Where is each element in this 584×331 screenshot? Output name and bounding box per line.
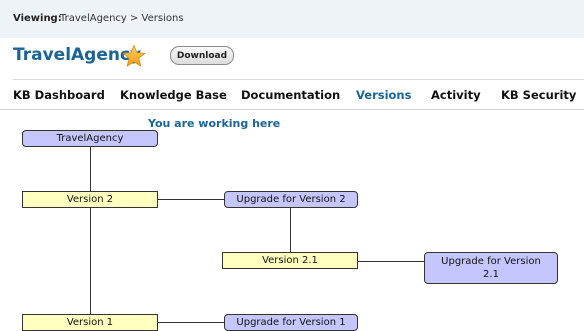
working-here-label: You are working here — [148, 117, 281, 130]
version-node-2-1[interactable]: Version 2.1 — [222, 252, 358, 269]
connector-line — [290, 208, 291, 252]
breadcrumb: Viewing: TravelAgency > Versions — [0, 0, 584, 38]
tab-activity[interactable]: Activity — [431, 88, 481, 102]
connector-line — [90, 147, 91, 191]
tab-versions[interactable]: Versions — [356, 88, 411, 102]
connector-line — [358, 261, 424, 262]
divider — [0, 109, 584, 110]
tab-documentation[interactable]: Documentation — [241, 88, 340, 102]
kb-node-travelagency[interactable]: TravelAgency — [22, 130, 158, 147]
upgrade-node-v2-1[interactable]: Upgrade for Version 2.1 — [424, 252, 558, 284]
connector-line — [158, 199, 224, 200]
upgrade-node-v1[interactable]: Upgrade for Version 1 — [224, 314, 358, 331]
star-icon[interactable] — [122, 44, 146, 68]
breadcrumb-label: Viewing: — [13, 13, 62, 24]
tab-kb-dashboard[interactable]: KB Dashboard — [13, 88, 105, 102]
version-node-2[interactable]: Version 2 — [22, 191, 158, 208]
version-node-1[interactable]: Version 1 — [22, 314, 158, 331]
connector-line — [158, 322, 224, 323]
tab-knowledge-base[interactable]: Knowledge Base — [120, 88, 227, 102]
breadcrumb-path[interactable]: TravelAgency > Versions — [60, 0, 184, 38]
download-button[interactable]: Download — [170, 46, 234, 65]
upgrade-node-v2[interactable]: Upgrade for Version 2 — [224, 191, 358, 208]
tab-kb-security[interactable]: KB Security — [501, 88, 576, 102]
divider — [13, 79, 584, 80]
connector-line — [90, 208, 91, 314]
